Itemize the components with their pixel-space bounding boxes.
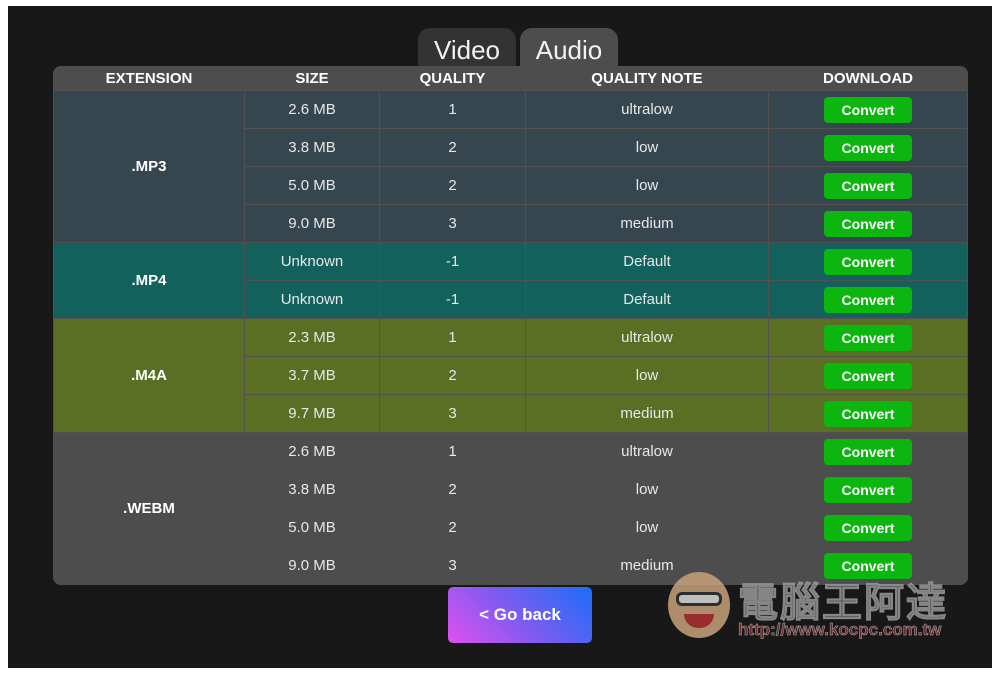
size-cell: 9.7 MB — [244, 394, 380, 433]
table-header-row: EXTENSION SIZE QUALITY QUALITY NOTE DOWN… — [54, 66, 968, 91]
size-cell: 9.0 MB — [244, 204, 380, 243]
header-quality-note: QUALITY NOTE — [591, 69, 703, 87]
download-cell: Convert — [768, 546, 968, 585]
quality-cell: 3 — [379, 546, 526, 585]
quality-cell: 1 — [379, 432, 526, 471]
quality-cell: 1 — [379, 318, 526, 357]
quality-note-cell: Default — [525, 242, 769, 281]
size-cell: 3.7 MB — [244, 356, 380, 395]
table-row: .MP4 Unknown -1 Default Convert — [53, 242, 968, 319]
download-cell: Convert — [768, 318, 968, 357]
quality-cell: 2 — [379, 470, 526, 509]
convert-button[interactable]: Convert — [824, 286, 912, 313]
table-row: .WEBM 2.6 MB 1 ultralow Convert — [53, 432, 968, 585]
header-download: DOWNLOAD — [823, 69, 913, 87]
convert-button[interactable]: Convert — [824, 134, 912, 161]
quality-cell: 3 — [379, 204, 526, 243]
quality-cell: 2 — [379, 508, 526, 547]
quality-note-cell: low — [525, 166, 769, 205]
quality-note-cell: low — [525, 508, 769, 547]
download-cell: Convert — [768, 90, 968, 129]
convert-button[interactable]: Convert — [824, 172, 912, 199]
size-cell: 2.3 MB — [244, 318, 380, 357]
convert-button[interactable]: Convert — [824, 324, 912, 351]
size-cell: 3.8 MB — [244, 128, 380, 167]
extension-cell: .WEBM — [53, 432, 245, 585]
size-cell: 5.0 MB — [244, 508, 380, 547]
extension-cell: .MP3 — [53, 90, 245, 243]
quality-note-cell: medium — [525, 204, 769, 243]
download-cell: Convert — [768, 128, 968, 167]
quality-note-cell: ultralow — [525, 90, 769, 129]
convert-button[interactable]: Convert — [824, 438, 912, 465]
size-cell: 2.6 MB — [244, 90, 380, 129]
download-cell: Convert — [768, 166, 968, 205]
size-cell: 5.0 MB — [244, 166, 380, 205]
quality-cell: 1 — [379, 90, 526, 129]
quality-note-cell: low — [525, 470, 769, 509]
quality-cell: 2 — [379, 128, 526, 167]
quality-note-cell: medium — [525, 394, 769, 433]
download-cell: Convert — [768, 394, 968, 433]
convert-button[interactable]: Convert — [824, 514, 912, 541]
size-cell: Unknown — [244, 242, 380, 281]
size-cell: 9.0 MB — [244, 546, 380, 585]
download-cell: Convert — [768, 356, 968, 395]
quality-note-cell: medium — [525, 546, 769, 585]
extension-cell: .MP4 — [53, 242, 245, 319]
table-row: .MP3 2.6 MB 1 ultralow Convert — [53, 90, 968, 243]
size-cell: Unknown — [244, 280, 380, 319]
convert-button[interactable]: Convert — [824, 96, 912, 123]
quality-note-cell: ultralow — [525, 318, 769, 357]
size-cell: 3.8 MB — [244, 470, 380, 509]
quality-cell: 2 — [379, 356, 526, 395]
download-cell: Convert — [768, 280, 968, 319]
go-back-button[interactable]: < Go back — [448, 587, 592, 643]
convert-button[interactable]: Convert — [824, 552, 912, 579]
formats-table-panel: EXTENSION SIZE QUALITY QUALITY NOTE DOWN… — [53, 66, 968, 585]
extension-cell: .M4A — [53, 318, 245, 433]
convert-button[interactable]: Convert — [824, 248, 912, 275]
formats-table: EXTENSION SIZE QUALITY QUALITY NOTE DOWN… — [53, 66, 968, 585]
convert-button[interactable]: Convert — [824, 362, 912, 389]
quality-cell: 3 — [379, 394, 526, 433]
quality-note-cell: low — [525, 128, 769, 167]
convert-button[interactable]: Convert — [824, 476, 912, 503]
download-cell: Convert — [768, 204, 968, 243]
quality-note-cell: low — [525, 356, 769, 395]
download-cell: Convert — [768, 508, 968, 547]
quality-cell: 2 — [379, 166, 526, 205]
table-body: .MP3 2.6 MB 1 ultralow Convert 3.8 MB 2 low Conv… — [53, 90, 968, 585]
header-extension: EXTENSION — [105, 69, 193, 87]
convert-button[interactable]: Convert — [824, 400, 912, 427]
download-cell: Convert — [768, 470, 968, 509]
quality-cell: -1 — [379, 242, 526, 281]
size-cell: 2.6 MB — [244, 432, 380, 471]
download-cell: Convert — [768, 432, 968, 471]
header-quality: QUALITY — [419, 69, 486, 87]
quality-note-cell: ultralow — [525, 432, 769, 471]
table-row: .M4A 2.3 MB 1 ultralow Convert — [53, 318, 968, 433]
convert-button[interactable]: Convert — [824, 210, 912, 237]
quality-note-cell: Default — [525, 280, 769, 319]
header-size: SIZE — [295, 69, 329, 87]
quality-cell: -1 — [379, 280, 526, 319]
download-cell: Convert — [768, 242, 968, 281]
